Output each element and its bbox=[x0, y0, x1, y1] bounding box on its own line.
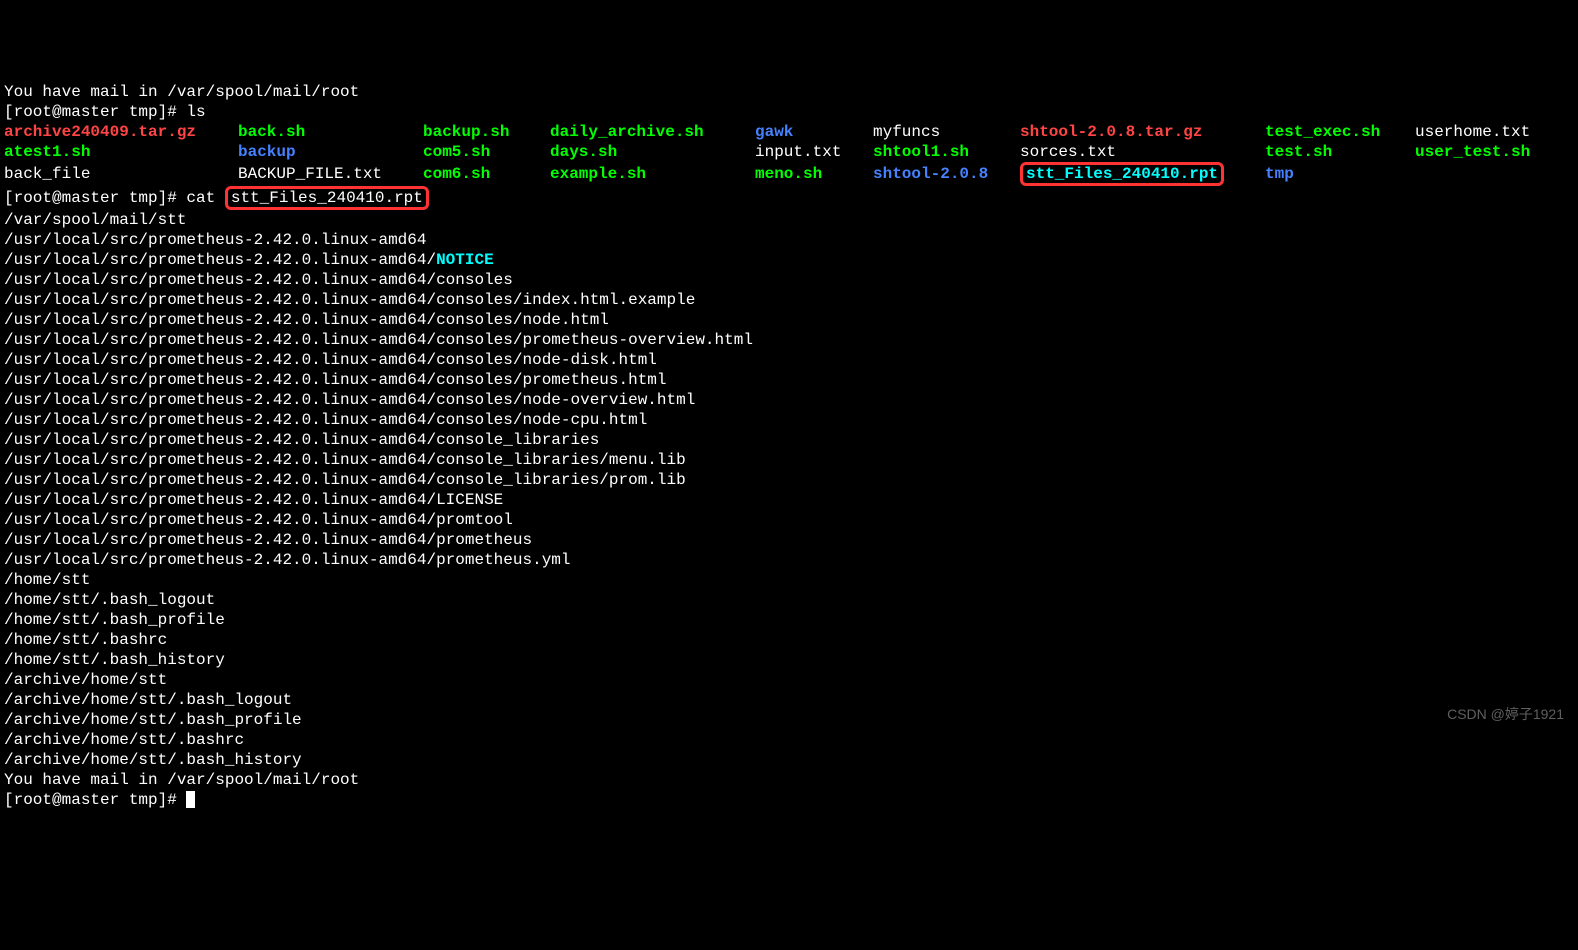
cat-output-line: /usr/local/src/prometheus-2.42.0.linux-a… bbox=[4, 530, 1574, 550]
cat-output-line: /var/spool/mail/stt bbox=[4, 210, 1574, 230]
ls-item: shtool-2.0.8.tar.gz bbox=[1020, 122, 1265, 142]
ls-item: atest1.sh bbox=[4, 142, 238, 162]
cat-output-line: /usr/local/src/prometheus-2.42.0.linux-a… bbox=[4, 510, 1574, 530]
ls-row: atest1.shbackupcom5.shdays.shinput.txtsh… bbox=[4, 142, 1574, 162]
cat-output-line: /usr/local/src/prometheus-2.42.0.linux-a… bbox=[4, 430, 1574, 450]
cat-output-line: /usr/local/src/prometheus-2.42.0.linux-a… bbox=[4, 490, 1574, 510]
prompt-cat: [root@master tmp]# cat stt_Files_240410.… bbox=[4, 186, 1574, 210]
terminal-output[interactable]: You have mail in /var/spool/mail/root[ro… bbox=[4, 82, 1574, 810]
cat-output-line: /usr/local/src/prometheus-2.42.0.linux-a… bbox=[4, 550, 1574, 570]
cat-output-line: /usr/local/src/prometheus-2.42.0.linux-a… bbox=[4, 410, 1574, 430]
ls-item: tmp bbox=[1265, 164, 1415, 184]
cat-output-line: /usr/local/src/prometheus-2.42.0.linux-a… bbox=[4, 370, 1574, 390]
ls-item: daily_archive.sh bbox=[550, 122, 755, 142]
ls-item: shtool-2.0.8 bbox=[873, 164, 1020, 184]
prompt-idle[interactable]: [root@master tmp]# bbox=[4, 790, 1574, 810]
ls-item: sorces.txt bbox=[1020, 142, 1265, 162]
ls-item: userhome.txt bbox=[1415, 122, 1530, 142]
cat-output-line: /archive/home/stt/.bashrc bbox=[4, 730, 1574, 750]
cat-output-line: /usr/local/src/prometheus-2.42.0.linux-a… bbox=[4, 350, 1574, 370]
ls-item: archive240409.tar.gz bbox=[4, 122, 238, 142]
cursor-icon bbox=[186, 791, 195, 808]
mail-notice: You have mail in /var/spool/mail/root bbox=[4, 82, 1574, 102]
ls-item: test.sh bbox=[1265, 142, 1415, 162]
ls-item: days.sh bbox=[550, 142, 755, 162]
cat-output-line: /usr/local/src/prometheus-2.42.0.linux-a… bbox=[4, 310, 1574, 330]
cat-output-line: /usr/local/src/prometheus-2.42.0.linux-a… bbox=[4, 250, 1574, 270]
ls-item: shtool1.sh bbox=[873, 142, 1020, 162]
cat-output-line: /usr/local/src/prometheus-2.42.0.linux-a… bbox=[4, 270, 1574, 290]
cat-output-line: /usr/local/src/prometheus-2.42.0.linux-a… bbox=[4, 390, 1574, 410]
ls-item: user_test.sh bbox=[1415, 142, 1530, 162]
cat-output-line: /archive/home/stt/.bash_profile bbox=[4, 710, 1574, 730]
ls-row: archive240409.tar.gzback.shbackup.shdail… bbox=[4, 122, 1574, 142]
cat-output-line: /usr/local/src/prometheus-2.42.0.linux-a… bbox=[4, 330, 1574, 350]
ls-row: back_fileBACKUP_FILE.txtcom6.shexample.s… bbox=[4, 162, 1574, 186]
prompt-ls: [root@master tmp]# ls bbox=[4, 102, 1574, 122]
ls-item: back_file bbox=[4, 164, 238, 184]
ls-item: com5.sh bbox=[423, 142, 550, 162]
cat-output-line: /home/stt/.bash_logout bbox=[4, 590, 1574, 610]
cat-output-line: /archive/home/stt/.bash_logout bbox=[4, 690, 1574, 710]
ls-item: backup.sh bbox=[423, 122, 550, 142]
ls-item: BACKUP_FILE.txt bbox=[238, 164, 423, 184]
ls-item: com6.sh bbox=[423, 164, 550, 184]
ls-item: example.sh bbox=[550, 164, 755, 184]
ls-item: backup bbox=[238, 142, 423, 162]
cat-output-line: /home/stt/.bashrc bbox=[4, 630, 1574, 650]
ls-item: input.txt bbox=[755, 142, 873, 162]
highlighted-file-ls: stt_Files_240410.rpt bbox=[1020, 162, 1224, 186]
watermark: CSDN @婷子1921 bbox=[1447, 704, 1564, 724]
highlighted-file-cmd: stt_Files_240410.rpt bbox=[225, 186, 429, 210]
cat-output-line: /home/stt/.bash_profile bbox=[4, 610, 1574, 630]
ls-item: back.sh bbox=[238, 122, 423, 142]
cat-output-line: /usr/local/src/prometheus-2.42.0.linux-a… bbox=[4, 450, 1574, 470]
ls-item: gawk bbox=[755, 122, 873, 142]
ls-item: myfuncs bbox=[873, 122, 1020, 142]
cat-output-line: /archive/home/stt bbox=[4, 670, 1574, 690]
ls-item: test_exec.sh bbox=[1265, 122, 1415, 142]
cat-output-line: /usr/local/src/prometheus-2.42.0.linux-a… bbox=[4, 470, 1574, 490]
ls-item: meno.sh bbox=[755, 164, 873, 184]
cat-output-line: /archive/home/stt/.bash_history bbox=[4, 750, 1574, 770]
cat-output-line: /home/stt bbox=[4, 570, 1574, 590]
cat-output-line: /usr/local/src/prometheus-2.42.0.linux-a… bbox=[4, 230, 1574, 250]
cat-output-line: /usr/local/src/prometheus-2.42.0.linux-a… bbox=[4, 290, 1574, 310]
cat-output-line: /home/stt/.bash_history bbox=[4, 650, 1574, 670]
cat-output-line: You have mail in /var/spool/mail/root bbox=[4, 770, 1574, 790]
